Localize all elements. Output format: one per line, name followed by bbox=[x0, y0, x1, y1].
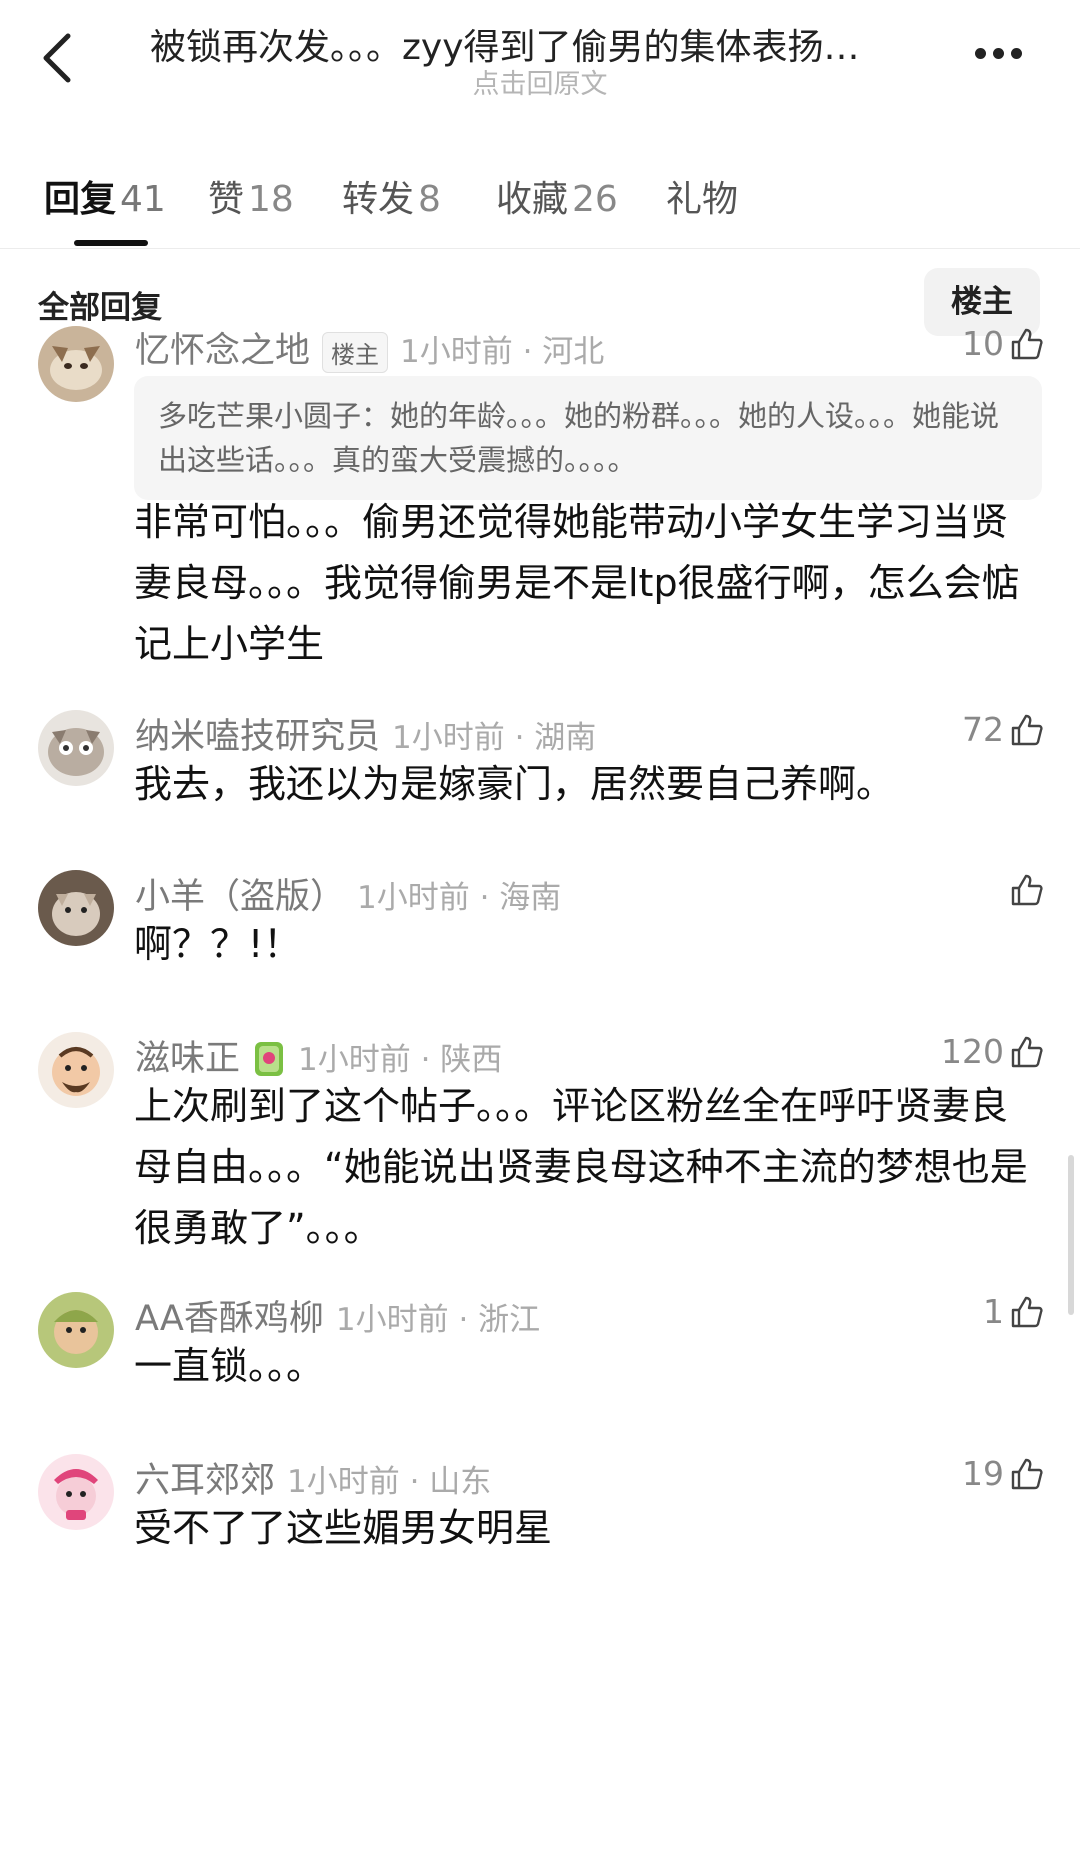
tab-count: 8 bbox=[418, 179, 441, 220]
comment-meta: 忆怀念之地 楼主 1小时前 · 河北 bbox=[135, 322, 604, 373]
like-button[interactable] bbox=[844, 870, 1044, 909]
like-button[interactable]: 10 bbox=[844, 324, 1044, 363]
tab-count: 26 bbox=[572, 179, 618, 220]
username[interactable]: AA香酥鸡柳 bbox=[135, 1299, 324, 1339]
back-to-original-link[interactable]: 点击回原文 bbox=[0, 62, 1080, 101]
timestamp-location: 1小时前 · 浙江 bbox=[335, 1302, 541, 1338]
thumbs-up-icon bbox=[1011, 1036, 1043, 1068]
comment-meta: 纳米嗑技研究员 1小时前 · 湖南 bbox=[135, 708, 596, 759]
comment-meta: 六耳郊郊 1小时前 · 山东 bbox=[135, 1452, 491, 1503]
tab-label: 礼物 bbox=[666, 179, 739, 220]
like-count: 19 bbox=[962, 1454, 1004, 1493]
username[interactable]: 纳米嗑技研究员 bbox=[135, 717, 380, 757]
tab-likes[interactable]: 赞 18 bbox=[208, 170, 294, 222]
like-button[interactable]: 120 bbox=[844, 1032, 1044, 1071]
like-count: 120 bbox=[941, 1032, 1004, 1071]
scrollbar[interactable] bbox=[1068, 1155, 1074, 1315]
comment-text: 上次刷到了这个帖子。。。评论区粉丝全在呼吁贤妻良母自由。。。“她能说出贤妻良母这… bbox=[134, 1084, 1028, 1250]
timestamp-location: 1小时前 · 海南 bbox=[357, 880, 562, 916]
section-title: 全部回复 bbox=[38, 290, 162, 326]
comment-text: 我去，我还以为是嫁豪门，居然要自己养啊。 bbox=[134, 762, 895, 806]
tab-count: 41 bbox=[120, 179, 166, 220]
thumbs-up-icon bbox=[1011, 1296, 1043, 1328]
comment-meta: 小羊（盗版） 1小时前 · 海南 bbox=[135, 868, 561, 919]
medal-icon bbox=[255, 1042, 284, 1076]
like-button[interactable]: 1 bbox=[844, 1292, 1044, 1331]
quoted-comment[interactable]: 多吃芒果小圆子：她的年龄。。。她的粉群。。。她的人设。。。她能说出这些话。。。真… bbox=[134, 376, 1042, 500]
thumbs-up-icon bbox=[1011, 1458, 1043, 1490]
comment-text: 一直锁。。。 bbox=[134, 1344, 325, 1388]
like-count: 10 bbox=[962, 324, 1004, 363]
like-button[interactable]: 72 bbox=[844, 710, 1044, 749]
username[interactable]: 六耳郊郊 bbox=[135, 1461, 275, 1501]
like-button[interactable]: 19 bbox=[844, 1454, 1044, 1493]
tab-label: 赞 bbox=[208, 179, 245, 220]
tab-reposts[interactable]: 转发 8 bbox=[342, 170, 441, 222]
username[interactable]: 小羊（盗版） bbox=[135, 877, 345, 917]
tab-label: 回复 bbox=[44, 179, 117, 220]
tab-bar: 回复 41 赞 18 转发 8 收藏 26 礼物 bbox=[0, 140, 1080, 249]
comment-meta: AA香酥鸡柳 1小时前 · 浙江 bbox=[135, 1290, 540, 1341]
username[interactable]: 滋味正 bbox=[135, 1039, 240, 1079]
thumbs-up-icon bbox=[1011, 714, 1043, 746]
comment-meta: 滋味正 1小时前 · 陕西 bbox=[135, 1030, 502, 1081]
timestamp-location: 1小时前 · 湖南 bbox=[392, 720, 597, 756]
tab-count: 18 bbox=[248, 179, 294, 220]
active-tab-indicator bbox=[74, 240, 148, 246]
comment-text: 非常可怕。。。偷男还觉得她能带动小学女生学习当贤妻良母。。。我觉得偷男是不是lt… bbox=[134, 500, 1020, 666]
avatar[interactable] bbox=[38, 1032, 114, 1108]
like-count: 72 bbox=[962, 710, 1004, 749]
username[interactable]: 忆怀念之地 bbox=[135, 331, 310, 371]
more-dots-icon bbox=[975, 44, 1029, 63]
avatar[interactable] bbox=[38, 870, 114, 946]
tab-favorites[interactable]: 收藏 26 bbox=[496, 170, 618, 222]
avatar[interactable] bbox=[38, 1454, 114, 1530]
like-count: 1 bbox=[983, 1292, 1004, 1331]
tab-label: 收藏 bbox=[496, 179, 569, 220]
top-bar: 被锁再次发。。。zyy得到了偷男的集体表扬… 点击回原文 bbox=[0, 0, 1080, 110]
timestamp-location: 1小时前 · 山东 bbox=[287, 1464, 492, 1500]
timestamp-location: 1小时前 · 河北 bbox=[400, 334, 605, 370]
avatar[interactable] bbox=[38, 326, 114, 402]
tab-replies[interactable]: 回复 41 bbox=[44, 170, 166, 222]
op-badge: 楼主 bbox=[322, 332, 389, 373]
comment-text: 受不了了这些媚男女明星 bbox=[134, 1506, 553, 1550]
comment-text: 啊？？!！ bbox=[134, 922, 302, 966]
thumbs-up-icon bbox=[1011, 874, 1043, 906]
tab-label: 转发 bbox=[342, 179, 415, 220]
thumbs-up-icon bbox=[1011, 328, 1043, 360]
avatar[interactable] bbox=[38, 1292, 114, 1368]
timestamp-location: 1小时前 · 陕西 bbox=[298, 1042, 503, 1078]
more-button[interactable] bbox=[975, 44, 1035, 68]
avatar[interactable] bbox=[38, 710, 114, 786]
tab-gifts[interactable]: 礼物 bbox=[666, 170, 742, 222]
